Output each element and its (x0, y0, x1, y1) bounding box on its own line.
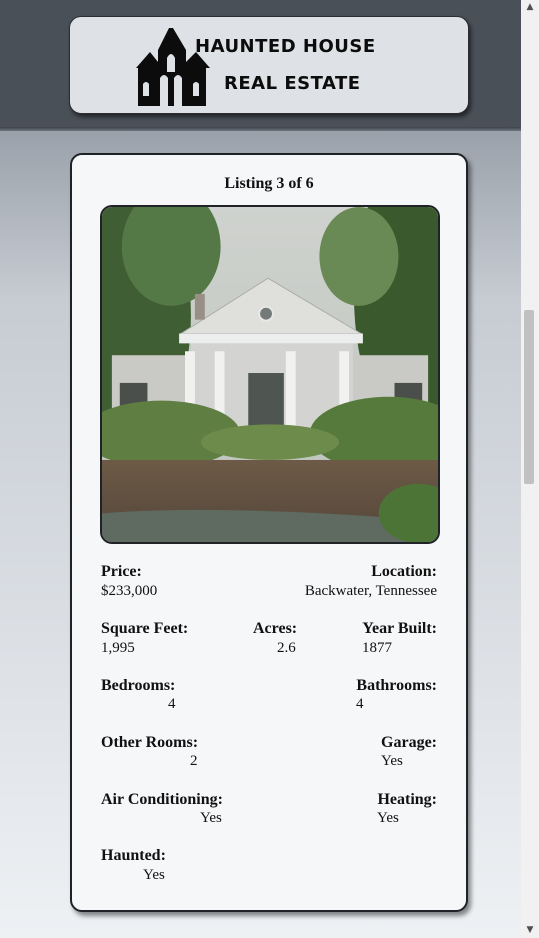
haunted-value: Yes (143, 867, 165, 883)
square-feet-value: 1,995 (101, 640, 135, 656)
bedrooms-value: 4 (168, 696, 176, 712)
listing-photo[interactable] (100, 205, 440, 544)
garage-label: Garage: (381, 734, 437, 751)
heating-label: Heating: (377, 791, 437, 808)
air-conditioning-label: Air Conditioning: (101, 791, 223, 808)
bedrooms-label: Bedrooms: (101, 677, 176, 694)
air-conditioning-value: Yes (200, 810, 222, 826)
site-logo[interactable]: HAUNTED HOUSE REAL ESTATE (69, 16, 469, 114)
scroll-down-arrow-icon[interactable]: ▼ (521, 925, 539, 935)
scrollbar-thumb[interactable] (524, 310, 534, 484)
square-feet-label: Square Feet: (101, 620, 189, 637)
bathrooms-value: 4 (356, 696, 364, 712)
location-value: Backwater, Tennessee (304, 583, 437, 599)
other-rooms-value: 2 (190, 753, 198, 769)
logo-title-line1: HAUNTED HOUSE (195, 36, 376, 57)
price-value: $233,000 (101, 583, 158, 599)
year-built-label: Year Built: (362, 620, 437, 637)
listing-counter: Listing 3 of 6 (224, 175, 314, 192)
scroll-up-arrow-icon[interactable]: ▲ (521, 2, 539, 12)
price-label: Price: (101, 563, 142, 580)
garage-value: Yes (381, 753, 403, 769)
acres-value: 2.6 (277, 640, 296, 656)
location-label: Location: (371, 563, 437, 580)
logo-title-line2: REAL ESTATE (224, 73, 361, 94)
vertical-scrollbar[interactable]: ▲ ▼ (521, 0, 539, 938)
heating-value: Yes (377, 810, 399, 826)
other-rooms-label: Other Rooms: (101, 734, 199, 751)
haunted-label: Haunted: (101, 847, 166, 864)
house-photo-image (102, 207, 438, 542)
acres-label: Acres: (253, 620, 298, 637)
bathrooms-label: Bathrooms: (356, 677, 437, 694)
year-built-value: 1877 (362, 640, 392, 656)
listing-card: Listing 3 of 6 Price: $233,000 Location:… (70, 153, 468, 912)
